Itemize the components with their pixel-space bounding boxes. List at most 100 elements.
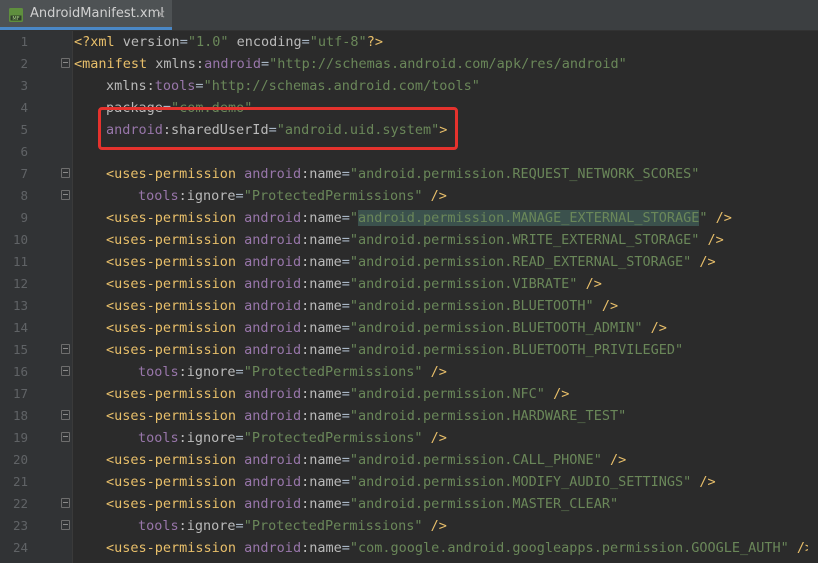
line-number: 19 — [12, 430, 28, 445]
code-line[interactable]: 8 tools:ignore="ProtectedPermissions" /> — [0, 185, 818, 207]
code-token: = — [341, 408, 350, 424]
code-token: = — [341, 452, 350, 468]
line-number: 22 — [12, 496, 28, 511]
code-token: "android.permission.READ_EXTERNAL_STORAG… — [349, 254, 692, 270]
code-editor[interactable]: 1 <?xml version="1.0" encoding="utf-8"?> 2… — [0, 31, 818, 563]
fold-marker-icon[interactable] — [61, 432, 70, 442]
fold-marker-icon[interactable] — [61, 366, 70, 376]
editor-tab-bar: MF AndroidManifest.xml × — [0, 0, 818, 31]
code-token: = — [341, 298, 350, 314]
code-token: = — [341, 386, 350, 402]
line-number: 9 — [20, 210, 28, 225]
fold-marker-icon[interactable] — [61, 410, 70, 420]
code-line[interactable]: 11 <uses-permission android:name="android… — [0, 251, 818, 273]
code-token: = — [260, 56, 270, 72]
code-token: android — [244, 540, 302, 556]
code-token: "com.google.android.googleapps.permissio… — [349, 540, 789, 556]
code-line[interactable]: 12 <uses-permission android:name="android… — [0, 273, 818, 295]
code-token: = — [341, 342, 350, 358]
code-token: "android.permission.HARDWARE_TEST" — [349, 408, 627, 424]
line-number: 15 — [12, 342, 28, 357]
code-token: android — [244, 166, 302, 182]
code-token: ?> — [366, 34, 383, 50]
line-number: 14 — [12, 320, 28, 335]
code-token: /> — [422, 518, 447, 534]
manifest-file-icon: MF — [9, 8, 23, 22]
code-token: :name — [301, 408, 342, 424]
code-token: = — [235, 518, 244, 534]
code-token: /> — [642, 320, 667, 336]
code-line[interactable]: 13 <uses-permission android:name="android… — [0, 295, 818, 317]
code-token: :name — [301, 386, 342, 402]
code-token: encoding — [236, 34, 302, 50]
code-token: "android.permission.WRITE_EXTERNAL_STORA… — [349, 232, 700, 248]
code-token: <uses-permission — [106, 276, 245, 292]
code-token: <manifest — [74, 56, 156, 72]
code-token: tools — [138, 364, 179, 380]
code-line[interactable]: 10 <uses-permission android:name="android… — [0, 229, 818, 251]
code-line[interactable]: 3 xmlns:tools="http://schemas.android.com… — [0, 75, 818, 97]
code-text: <uses-permission android:name="android.p… — [106, 449, 626, 471]
code-line[interactable]: 24 <uses-permission android:name="com.goo… — [0, 537, 818, 559]
code-token: android — [244, 232, 302, 248]
code-line[interactable]: 7 <uses-permission android:name="android.… — [0, 163, 818, 185]
fold-marker-icon[interactable] — [61, 344, 70, 354]
fold-marker-icon[interactable] — [61, 520, 70, 530]
code-token: :name — [301, 496, 342, 512]
ide-window: MF AndroidManifest.xml × 1 <?xml version=… — [0, 0, 818, 563]
code-token: " — [699, 210, 708, 226]
line-number: 8 — [20, 188, 28, 203]
code-token: <uses-permission — [106, 210, 245, 226]
code-token: tools — [138, 518, 179, 534]
code-line[interactable]: 1 <?xml version="1.0" encoding="utf-8"?> — [0, 31, 818, 53]
code-token: "ProtectedPermissions" — [243, 518, 423, 534]
fold-marker-icon[interactable] — [61, 190, 70, 200]
tab-android-manifest[interactable]: MF AndroidManifest.xml × — [0, 0, 172, 30]
code-line[interactable]: 2 <manifest xmlns:android="http://schemas… — [0, 53, 818, 75]
editor-scrollbar[interactable] — [808, 31, 818, 563]
code-line[interactable]: 9 <uses-permission android:name="android.… — [0, 207, 818, 229]
code-token: = — [341, 254, 350, 270]
code-token: <uses-permission — [106, 408, 245, 424]
line-number: 12 — [12, 276, 28, 291]
code-line[interactable]: 22 <uses-permission android:name="android… — [0, 493, 818, 515]
code-text: <uses-permission android:name="android.p… — [106, 251, 716, 273]
code-token: <uses-permission — [106, 386, 245, 402]
code-token: <uses-permission — [106, 320, 245, 336]
code-token: = — [341, 276, 350, 292]
code-line[interactable]: 23 tools:ignore="ProtectedPermissions" /> — [0, 515, 818, 537]
code-token: "android.permission.MODIFY_AUDIO_SETTING… — [349, 474, 692, 490]
code-token: "ProtectedPermissions" — [243, 430, 423, 446]
line-number: 11 — [12, 254, 28, 269]
line-number: 13 — [12, 298, 28, 313]
code-line[interactable]: 19 tools:ignore="ProtectedPermissions" /> — [0, 427, 818, 449]
fold-marker-icon[interactable] — [61, 58, 70, 68]
code-token: = — [341, 320, 350, 336]
code-text: <uses-permission android:name="android.p… — [106, 295, 618, 317]
line-number: 20 — [12, 452, 28, 467]
code-line[interactable]: 14 <uses-permission android:name="android… — [0, 317, 818, 339]
code-line[interactable]: 17 <uses-permission android:name="android… — [0, 383, 818, 405]
code-token: /> — [422, 188, 447, 204]
code-token: :name — [301, 232, 342, 248]
code-line[interactable]: 18 <uses-permission android:name="android… — [0, 405, 818, 427]
code-token: /> — [601, 452, 627, 468]
code-token: android — [244, 342, 302, 358]
code-token: :name — [301, 254, 342, 270]
code-token: android — [244, 496, 302, 512]
code-text: tools:ignore="ProtectedPermissions" /> — [138, 515, 447, 537]
code-text: <uses-permission android:name="com.googl… — [106, 537, 813, 559]
code-token: :ignore — [178, 518, 236, 534]
code-token: "android.permission.VIBRATE" — [349, 276, 578, 292]
code-line[interactable]: 21 <uses-permission android:name="android… — [0, 471, 818, 493]
close-icon[interactable]: × — [156, 7, 166, 21]
code-line[interactable]: 20 <uses-permission android:name="android… — [0, 449, 818, 471]
code-token: version — [122, 34, 180, 50]
fold-marker-icon[interactable] — [61, 498, 70, 508]
code-text: tools:ignore="ProtectedPermissions" /> — [138, 427, 447, 449]
code-line[interactable]: 15 <uses-permission android:name="android… — [0, 339, 818, 361]
fold-marker-icon[interactable] — [61, 168, 70, 178]
line-number: 7 — [20, 166, 28, 181]
code-token: /> — [577, 276, 602, 292]
code-line[interactable]: 16 tools:ignore="ProtectedPermissions" /> — [0, 361, 818, 383]
